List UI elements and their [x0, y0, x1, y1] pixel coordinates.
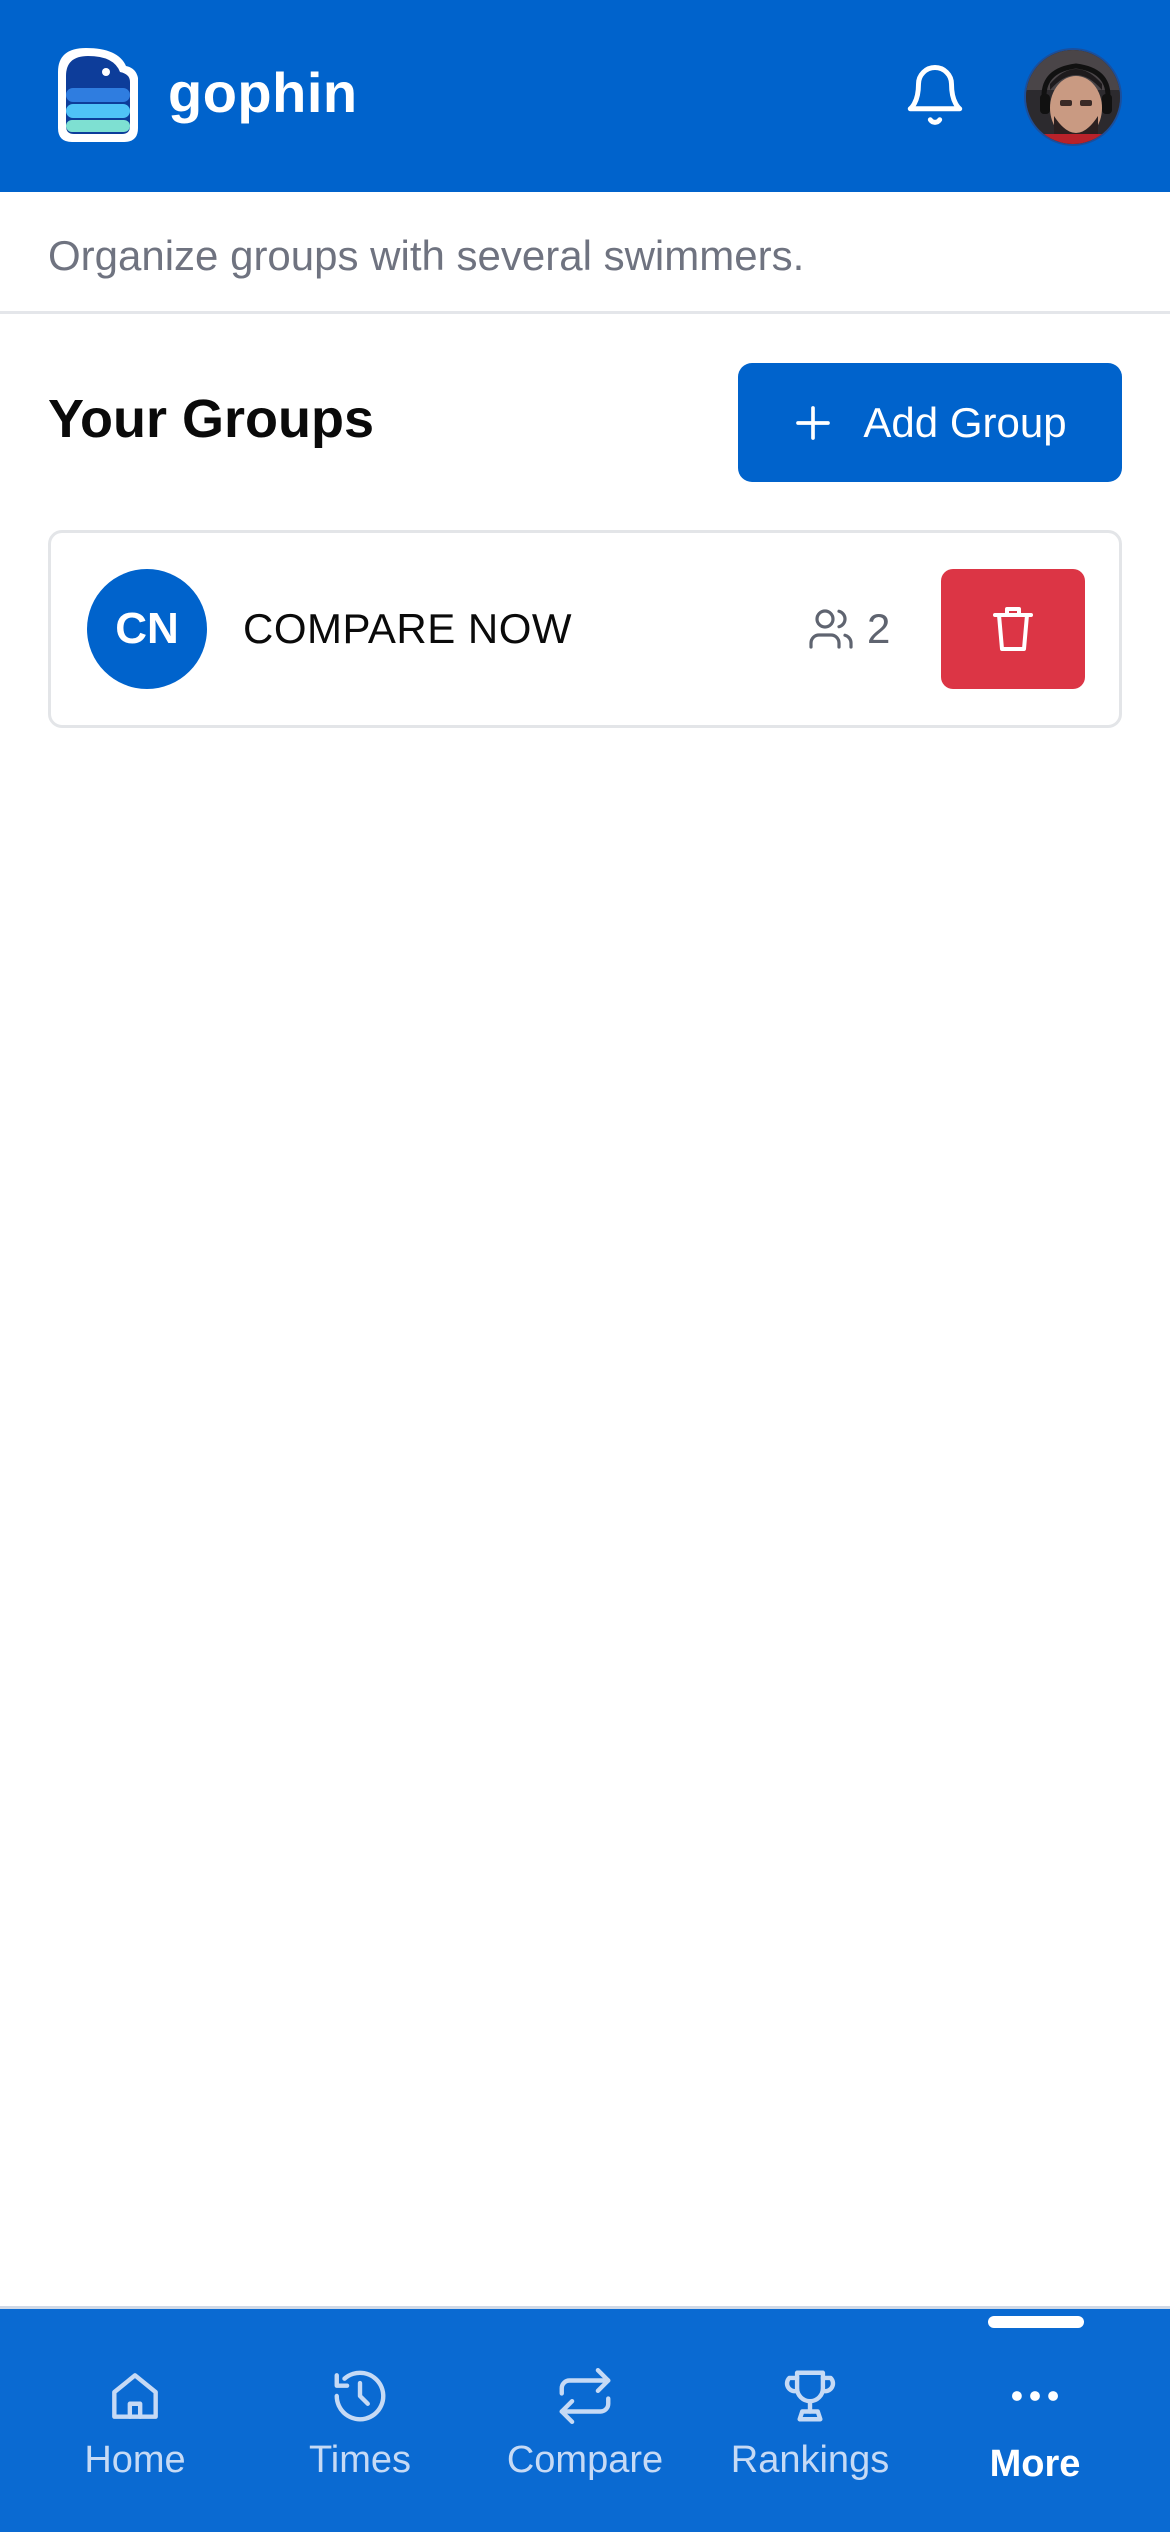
- brand-name: gophin: [168, 60, 358, 124]
- member-count-value: 2: [867, 605, 891, 652]
- compare-arrows-icon: [559, 2367, 611, 2425]
- page-subtitle: Organize groups with several swimmers.: [48, 232, 805, 279]
- nav-item-more[interactable]: More: [930, 2309, 1140, 2532]
- trash-icon: [993, 607, 1033, 651]
- delete-group-button[interactable]: [941, 569, 1085, 689]
- nav-label-more: More: [989, 2443, 1081, 2485]
- nav-item-compare[interactable]: Compare: [480, 2309, 690, 2532]
- trophy-icon: [784, 2370, 836, 2422]
- nav-item-home[interactable]: Home: [30, 2309, 240, 2532]
- notification-bell-icon[interactable]: [902, 62, 968, 128]
- member-count: 2: [807, 605, 890, 653]
- group-initials-avatar: CN: [87, 569, 207, 689]
- plus-icon: [796, 405, 831, 440]
- bottom-navigation: Home Times Compare Rankings More: [0, 2306, 1170, 2532]
- home-icon: [112, 2373, 158, 2419]
- gophin-logo-icon: [58, 48, 138, 142]
- nav-item-rankings[interactable]: Rankings: [705, 2309, 915, 2532]
- brand[interactable]: gophin: [48, 42, 358, 150]
- active-tab-indicator: [988, 2316, 1084, 2328]
- add-group-label: Add Group: [863, 398, 1067, 446]
- page-title: Your Groups: [48, 389, 375, 449]
- group-name: COMPARE NOW: [243, 605, 573, 652]
- nav-item-times[interactable]: Times: [255, 2309, 465, 2532]
- user-photo-icon: [1026, 50, 1120, 144]
- nav-label-times: Times: [308, 2439, 412, 2481]
- more-dots-icon: [1012, 2391, 1058, 2401]
- user-avatar[interactable]: [1024, 48, 1122, 146]
- nav-label-compare: Compare: [506, 2439, 664, 2481]
- app-header: gophin: [0, 0, 1170, 192]
- page-subtitle-bar: Organize groups with several swimmers.: [0, 192, 1170, 314]
- add-group-button[interactable]: Add Group: [738, 363, 1122, 482]
- users-icon: [809, 609, 853, 649]
- group-card[interactable]: CN COMPARE NOW 2: [48, 530, 1122, 728]
- history-icon: [334, 2370, 386, 2422]
- nav-label-rankings: Rankings: [730, 2439, 890, 2481]
- nav-label-home: Home: [84, 2439, 186, 2481]
